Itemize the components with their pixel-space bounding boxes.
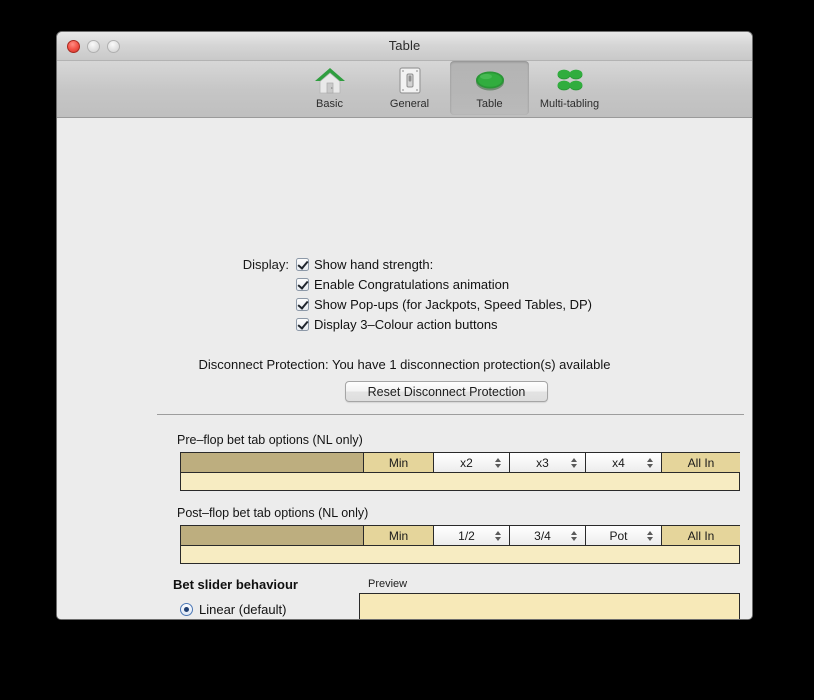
postflop-cell-all-in[interactable]: All In: [662, 526, 740, 545]
checkbox-row-three-colour-buttons[interactable]: Display 3–Colour action buttons: [296, 317, 498, 332]
preflop-stepper-x4[interactable]: x4: [586, 453, 662, 472]
light-switch-icon: [390, 64, 430, 96]
postflop-cell-empty[interactable]: [181, 526, 364, 545]
radio-linear[interactable]: [180, 603, 193, 616]
window-titlebar[interactable]: Table: [57, 32, 752, 61]
toolbar-label-table: Table: [476, 98, 503, 110]
disconnect-protection-status: Disconnect Protection: You have 1 discon…: [198, 357, 611, 372]
section-divider: [157, 414, 744, 415]
preferences-toolbar: Basic General Table Multi-tabling: [57, 61, 752, 118]
stepper-arrows-icon[interactable]: [495, 457, 501, 468]
reset-disconnect-protection-button[interactable]: Reset Disconnect Protection: [345, 381, 548, 402]
multi-table-icon: [550, 64, 590, 96]
desktop-backdrop: Table Basic General Table Multi-tabling …: [0, 0, 814, 700]
preflop-section-title: Pre–flop bet tab options (NL only): [177, 433, 363, 447]
checkbox-label-show-hand-strength: Show hand strength:: [314, 257, 434, 272]
checkbox-congratulations-animation[interactable]: [296, 278, 309, 291]
checkbox-show-hand-strength[interactable]: [296, 258, 309, 271]
house-icon: [310, 64, 350, 96]
checkbox-row-congratulations-animation[interactable]: Enable Congratulations animation: [296, 277, 509, 292]
preflop-stepper-x2-label: x2: [460, 455, 473, 470]
preflop-stepper-x4-label: x4: [612, 455, 625, 470]
stepper-arrows-icon[interactable]: [647, 530, 653, 541]
postflop-stepper-pot[interactable]: Pot: [586, 526, 662, 545]
bet-slider-behaviour-title: Bet slider behaviour: [173, 577, 298, 592]
toolbar-label-basic: Basic: [316, 98, 343, 110]
preflop-cell-min[interactable]: Min: [364, 453, 434, 472]
display-label: Display:: [242, 257, 289, 272]
postflop-stepper-pot-label: Pot: [609, 528, 628, 543]
checkbox-row-show-popups[interactable]: Show Pop-ups (for Jackpots, Speed Tables…: [296, 297, 592, 312]
checkbox-three-colour-buttons[interactable]: [296, 318, 309, 331]
toolbar-item-multi-tabling[interactable]: Multi-tabling: [530, 61, 609, 110]
stepper-arrows-icon[interactable]: [647, 457, 653, 468]
checkbox-label-three-colour-buttons: Display 3–Colour action buttons: [314, 317, 498, 332]
preflop-stepper-x3-label: x3: [536, 455, 549, 470]
postflop-bet-tab-body-row[interactable]: [181, 546, 739, 563]
postflop-cell-min[interactable]: Min: [364, 526, 434, 545]
checkbox-label-show-popups: Show Pop-ups (for Jackpots, Speed Tables…: [314, 297, 592, 312]
toolbar-item-general[interactable]: General: [370, 61, 449, 110]
radio-label-linear: Linear (default): [199, 602, 287, 617]
window-title: Table: [388, 38, 421, 53]
preferences-content: Display: Show hand strength: Enable Cong…: [57, 118, 752, 619]
postflop-stepper-three-quarter-pot[interactable]: 3/4: [510, 526, 586, 545]
checkbox-row-show-hand-strength[interactable]: Show hand strength:: [296, 257, 433, 272]
stepper-arrows-icon[interactable]: [571, 530, 577, 541]
stepper-arrows-icon[interactable]: [571, 457, 577, 468]
checkbox-show-popups[interactable]: [296, 298, 309, 311]
postflop-section-title: Post–flop bet tab options (NL only): [177, 506, 369, 520]
preflop-stepper-x3[interactable]: x3: [510, 453, 586, 472]
postflop-stepper-half-pot[interactable]: 1/2: [434, 526, 510, 545]
stepper-arrows-icon[interactable]: [495, 530, 501, 541]
poker-table-icon: [470, 64, 510, 96]
toolbar-label-multi-tabling: Multi-tabling: [539, 98, 600, 110]
postflop-stepper-half-pot-label: 1/2: [458, 528, 475, 543]
postflop-stepper-three-quarter-pot-label: 3/4: [534, 528, 551, 543]
preferences-window: Table Basic General Table Multi-tabling …: [56, 31, 753, 620]
preflop-cell-empty[interactable]: [181, 453, 364, 472]
preflop-bet-tab-header-row: Min x2 x3 x4 All In: [181, 453, 740, 473]
preflop-bet-tab-body-row[interactable]: [181, 473, 739, 490]
toolbar-item-table[interactable]: Table: [450, 61, 529, 115]
preflop-bet-tab-table: Min x2 x3 x4 All In: [180, 452, 740, 491]
radio-row-linear[interactable]: Linear (default): [180, 602, 286, 617]
preview-panel: $ 500: [359, 593, 740, 619]
preview-label: Preview: [368, 578, 408, 590]
toolbar-item-basic[interactable]: Basic: [290, 61, 369, 110]
checkbox-label-congratulations-animation: Enable Congratulations animation: [314, 277, 510, 292]
preflop-cell-all-in[interactable]: All In: [662, 453, 740, 472]
postflop-bet-tab-header-row: Min 1/2 3/4 Pot All In: [181, 526, 740, 546]
postflop-bet-tab-table: Min 1/2 3/4 Pot All In: [180, 525, 740, 564]
preflop-stepper-x2[interactable]: x2: [434, 453, 510, 472]
toolbar-label-general: General: [389, 98, 430, 110]
